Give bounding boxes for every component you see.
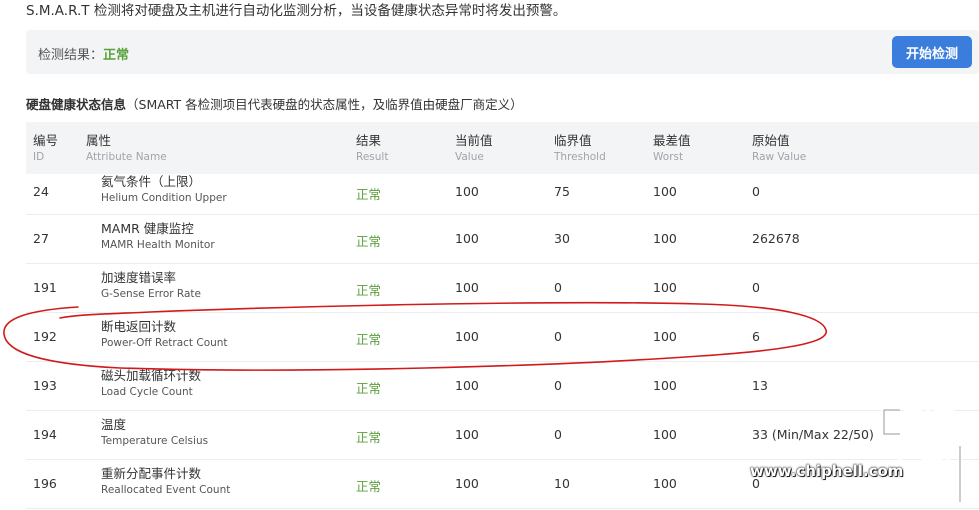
table-row: 27 MAMR 健康监控 MAMR Health Monitor 正常 100 3… <box>26 215 979 264</box>
row-threshold: 0 <box>554 427 562 442</box>
start-detection-button[interactable]: 开始检测 <box>892 36 972 68</box>
row-id: 191 <box>33 280 57 295</box>
table-row-highlighted: 192 断电返回计数 Power-Off Retract Count 正常 100… <box>26 313 979 362</box>
chiphell-watermark: www.chiphell.com <box>750 390 979 506</box>
detection-result-bar: 检测结果：正常 <box>26 30 979 74</box>
row-threshold: 0 <box>554 378 562 393</box>
row-id: 192 <box>33 329 57 344</box>
row-attribute: 加速度错误率 G-Sense Error Rate <box>101 270 201 300</box>
detection-result-label: 检测结果： <box>38 48 104 63</box>
row-value: 100 <box>455 280 479 295</box>
row-worst: 100 <box>653 231 677 246</box>
intro-text: S.M.A.R.T 检测将对硬盘及主机进行自动化监测分析，当设备健康状态异常时将… <box>26 3 567 19</box>
row-attribute: MAMR 健康监控 MAMR Health Monitor <box>101 221 215 251</box>
table-header: 编号 ID 属性 Attribute Name 结果 Result 当前值 Value … <box>26 122 979 174</box>
row-result: 正常 <box>356 234 382 249</box>
row-id: 193 <box>33 378 57 393</box>
detection-result: 检测结果：正常 <box>38 44 129 63</box>
watermark-url: www.chiphell.com <box>750 462 904 480</box>
section-note: （SMART 各检测项目代表硬盘的状态属性，及临界值由硬盘厂商定义） <box>126 97 523 112</box>
row-worst: 100 <box>653 378 677 393</box>
row-attribute: 磁头加载循环计数 Load Cycle Count <box>101 368 202 398</box>
detection-result-value: 正常 <box>103 48 130 63</box>
row-result: 正常 <box>356 187 382 202</box>
table-row: 191 加速度错误率 G-Sense Error Rate 正常 100 0 10… <box>26 264 979 313</box>
row-id: 27 <box>33 231 49 246</box>
row-value: 100 <box>455 378 479 393</box>
row-raw-value: 0 <box>752 280 760 295</box>
row-raw-value: 6 <box>752 329 760 344</box>
row-id: 196 <box>33 476 57 491</box>
row-threshold: 0 <box>554 280 562 295</box>
row-raw-value: 0 <box>752 184 760 199</box>
col-header-result: 结果 Result <box>356 133 389 163</box>
row-result: 正常 <box>356 479 382 494</box>
col-header-raw-value: 原始值 Raw Value <box>752 133 807 163</box>
col-header-id: 编号 ID <box>33 133 59 163</box>
row-value: 100 <box>455 231 479 246</box>
row-threshold: 10 <box>554 476 570 491</box>
row-worst: 100 <box>653 184 677 199</box>
section-title: 硬盘健康状态信息（SMART 各检测项目代表硬盘的状态属性，及临界值由硬盘厂商定… <box>26 94 523 113</box>
chiphell-logo-icon <box>881 394 963 502</box>
row-threshold: 75 <box>554 184 570 199</box>
row-attribute: 重新分配事件计数 Reallocated Event Count <box>101 466 231 496</box>
row-result: 正常 <box>356 430 382 445</box>
col-header-attribute: 属性 Attribute Name <box>86 133 167 163</box>
col-header-worst: 最差值 Worst <box>653 133 691 163</box>
table-row: 24 氦气条件（上限） Helium Condition Upper 正常 100… <box>26 174 979 215</box>
row-worst: 100 <box>653 329 677 344</box>
row-attribute: 氦气条件（上限） Helium Condition Upper <box>101 174 227 204</box>
row-worst: 100 <box>653 280 677 295</box>
col-header-value: 当前值 Value <box>455 133 493 163</box>
row-id: 24 <box>33 184 49 199</box>
row-id: 194 <box>33 427 57 442</box>
row-threshold: 0 <box>554 329 562 344</box>
col-header-threshold: 临界值 Threshold <box>554 133 606 163</box>
row-result: 正常 <box>356 332 382 347</box>
row-attribute: 温度 Temperature Celsius <box>101 417 209 447</box>
row-worst: 100 <box>653 476 677 491</box>
row-attribute: 断电返回计数 Power-Off Retract Count <box>101 319 228 349</box>
row-value: 100 <box>455 184 479 199</box>
row-value: 100 <box>455 427 479 442</box>
row-result: 正常 <box>356 381 382 396</box>
row-raw-value: 262678 <box>752 231 800 246</box>
row-result: 正常 <box>356 283 382 298</box>
row-value: 100 <box>455 329 479 344</box>
row-threshold: 30 <box>554 231 570 246</box>
section-title-text: 硬盘健康状态信息 <box>26 97 127 112</box>
row-value: 100 <box>455 476 479 491</box>
row-worst: 100 <box>653 427 677 442</box>
